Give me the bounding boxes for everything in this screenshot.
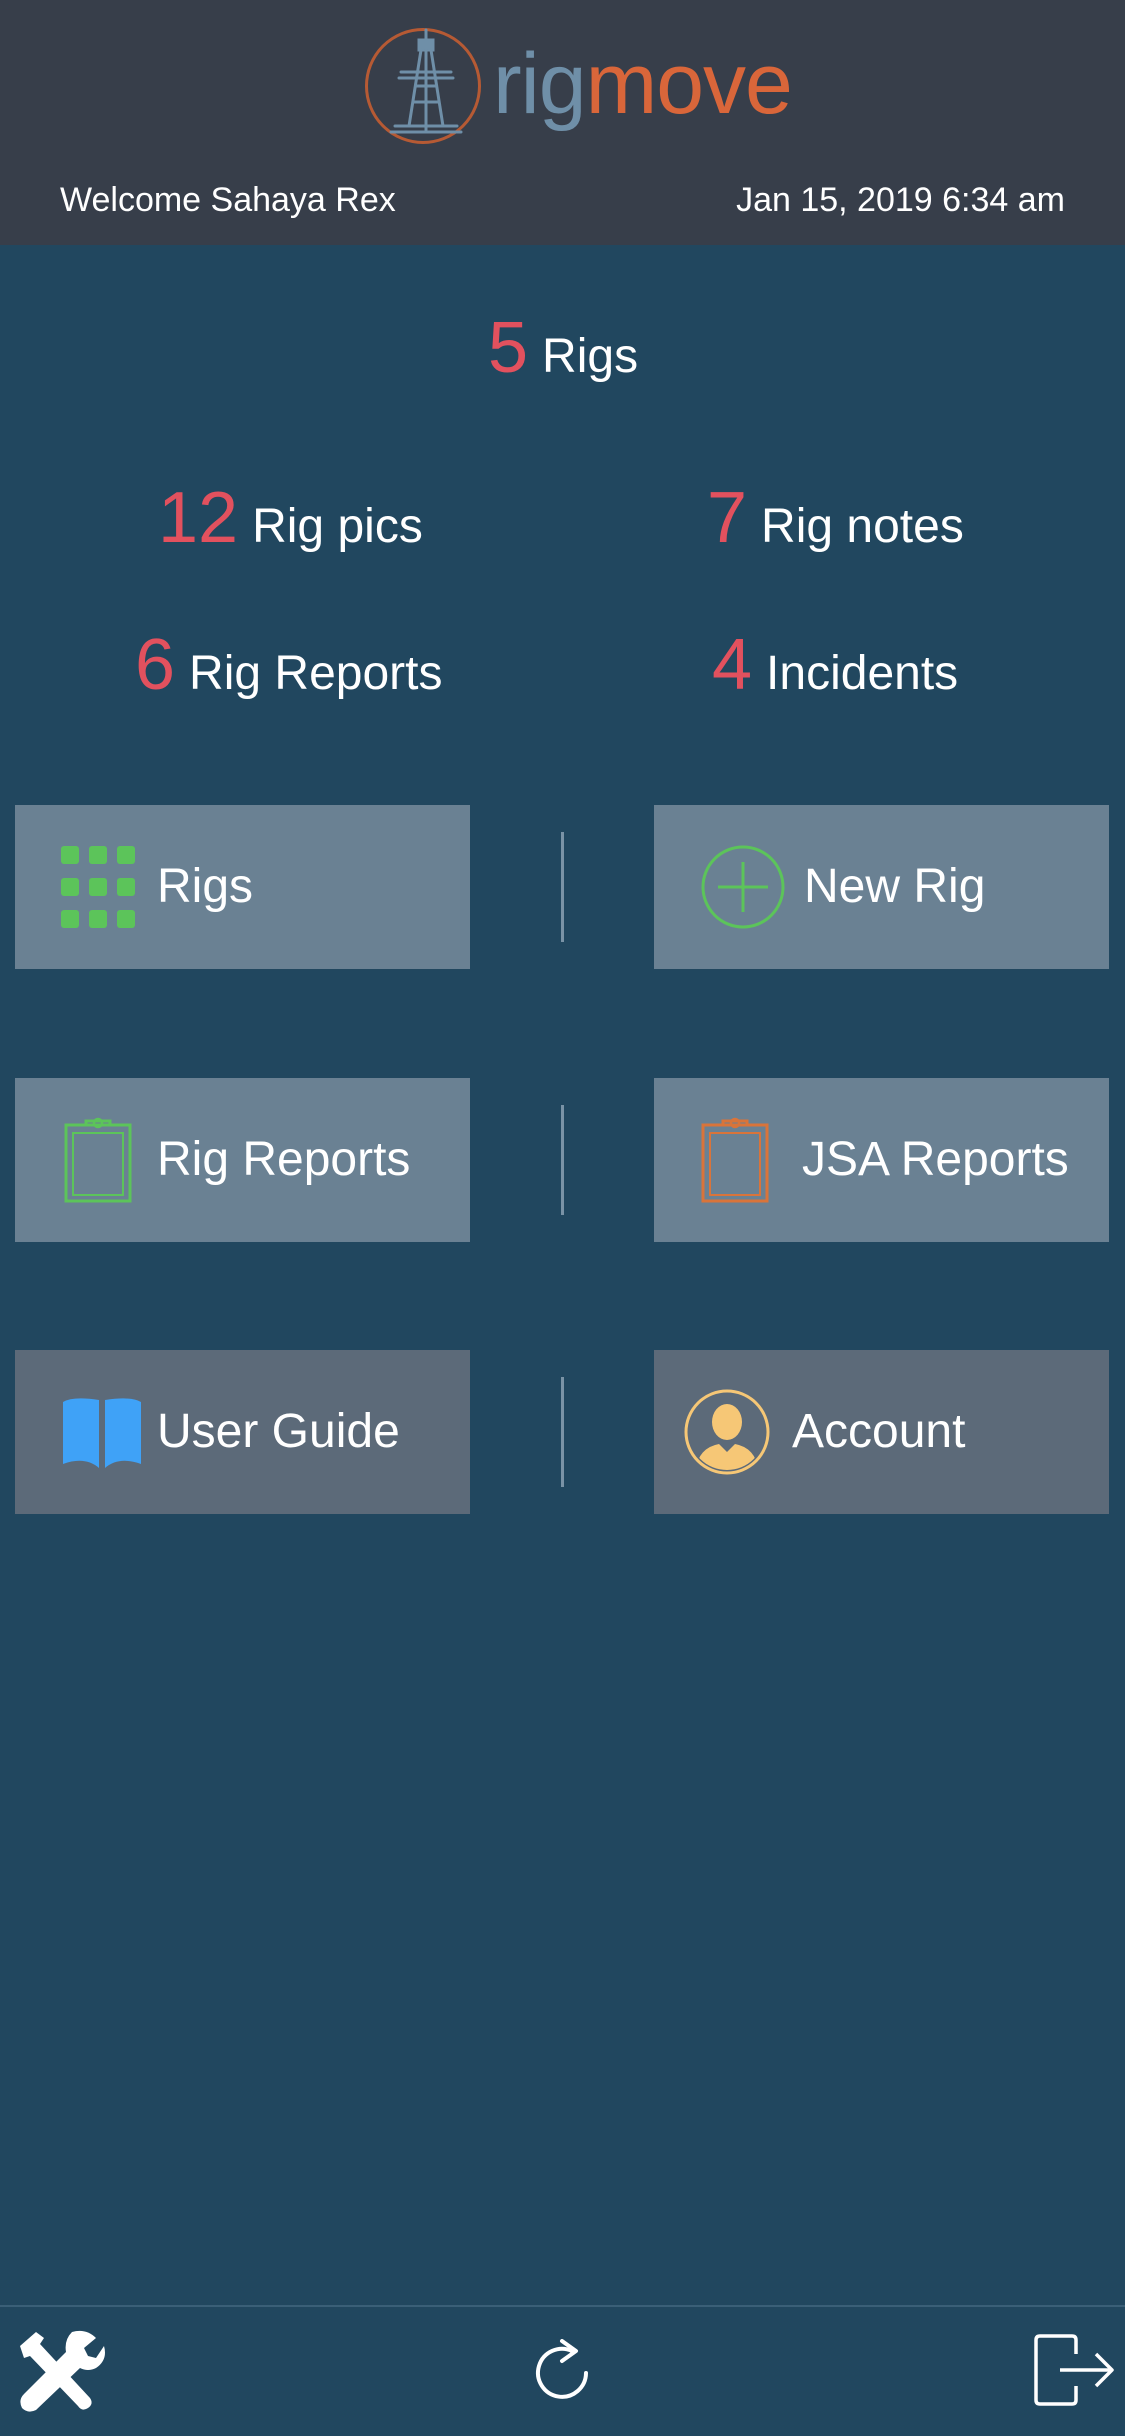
book-icon	[57, 1387, 147, 1477]
new-rig-button-label: New Rig	[804, 860, 986, 913]
tools-button[interactable]	[10, 2325, 110, 2415]
logout-icon	[1034, 2334, 1114, 2406]
stat-rig-reports-label: Rig Reports	[189, 647, 443, 700]
account-button-label: Account	[792, 1405, 966, 1458]
stat-incidents: 4 Incidents	[712, 625, 958, 714]
rigs-button-label: Rigs	[157, 860, 254, 913]
rig-reports-button-label: Rig Reports	[157, 1133, 411, 1186]
stat-incidents-label: Incidents	[766, 647, 959, 700]
clipboard-icon	[53, 1115, 143, 1205]
plus-circle-icon	[698, 842, 788, 932]
rigmove-logo: rigmove	[365, 26, 793, 151]
stat-rig-notes: 7 Rig notes	[707, 478, 964, 567]
jsa-reports-button-label: JSA Reports	[802, 1133, 1069, 1186]
footer-divider	[0, 2305, 1125, 2307]
stat-rig-reports-count: 6	[135, 625, 176, 705]
welcome-text: Welcome Sahaya Rex	[60, 181, 396, 219]
user-guide-button-label: User Guide	[157, 1405, 400, 1458]
rigs-button[interactable]: Rigs	[15, 805, 470, 969]
stat-rigs-count: 5	[488, 308, 529, 388]
stat-rig-pics-count: 12	[158, 478, 239, 558]
jsa-reports-button[interactable]: JSA Reports	[654, 1078, 1109, 1242]
stat-rigs-label: Rigs	[542, 330, 639, 383]
refresh-button[interactable]	[522, 2325, 602, 2415]
user-guide-button[interactable]: User Guide	[15, 1350, 470, 1514]
grid-icon	[53, 842, 143, 932]
stat-rig-pics-label: Rig pics	[252, 500, 423, 553]
tools-icon	[20, 2330, 105, 2412]
logo-text-rig: rig	[493, 36, 587, 132]
refresh-icon	[536, 2339, 588, 2399]
stat-rig-notes-label: Rig notes	[761, 500, 964, 553]
app-header: rigmove Welcome Sahaya Rex Jan 15, 2019 …	[0, 0, 1125, 245]
account-button[interactable]: Account	[654, 1350, 1109, 1514]
stat-rig-reports: 6 Rig Reports	[135, 625, 442, 714]
clipboard-icon	[690, 1115, 780, 1205]
logo-text-move: move	[585, 36, 793, 132]
logout-button[interactable]	[1030, 2325, 1118, 2415]
date-time: Jan 15, 2019 6:34 am	[736, 181, 1065, 219]
oil-rig-icon	[389, 28, 463, 134]
stat-incidents-count: 4	[712, 625, 753, 705]
new-rig-button[interactable]: New Rig	[654, 805, 1109, 969]
stat-rig-pics: 12 Rig pics	[158, 478, 423, 567]
stat-rigs: 5 Rigs	[488, 308, 638, 397]
divider	[561, 1377, 564, 1487]
user-icon	[682, 1387, 772, 1477]
logo-wordmark: rigmove	[493, 34, 793, 134]
rig-reports-button[interactable]: Rig Reports	[15, 1078, 470, 1242]
stat-rig-notes-count: 7	[707, 478, 748, 558]
divider	[561, 1105, 564, 1215]
divider	[561, 832, 564, 942]
